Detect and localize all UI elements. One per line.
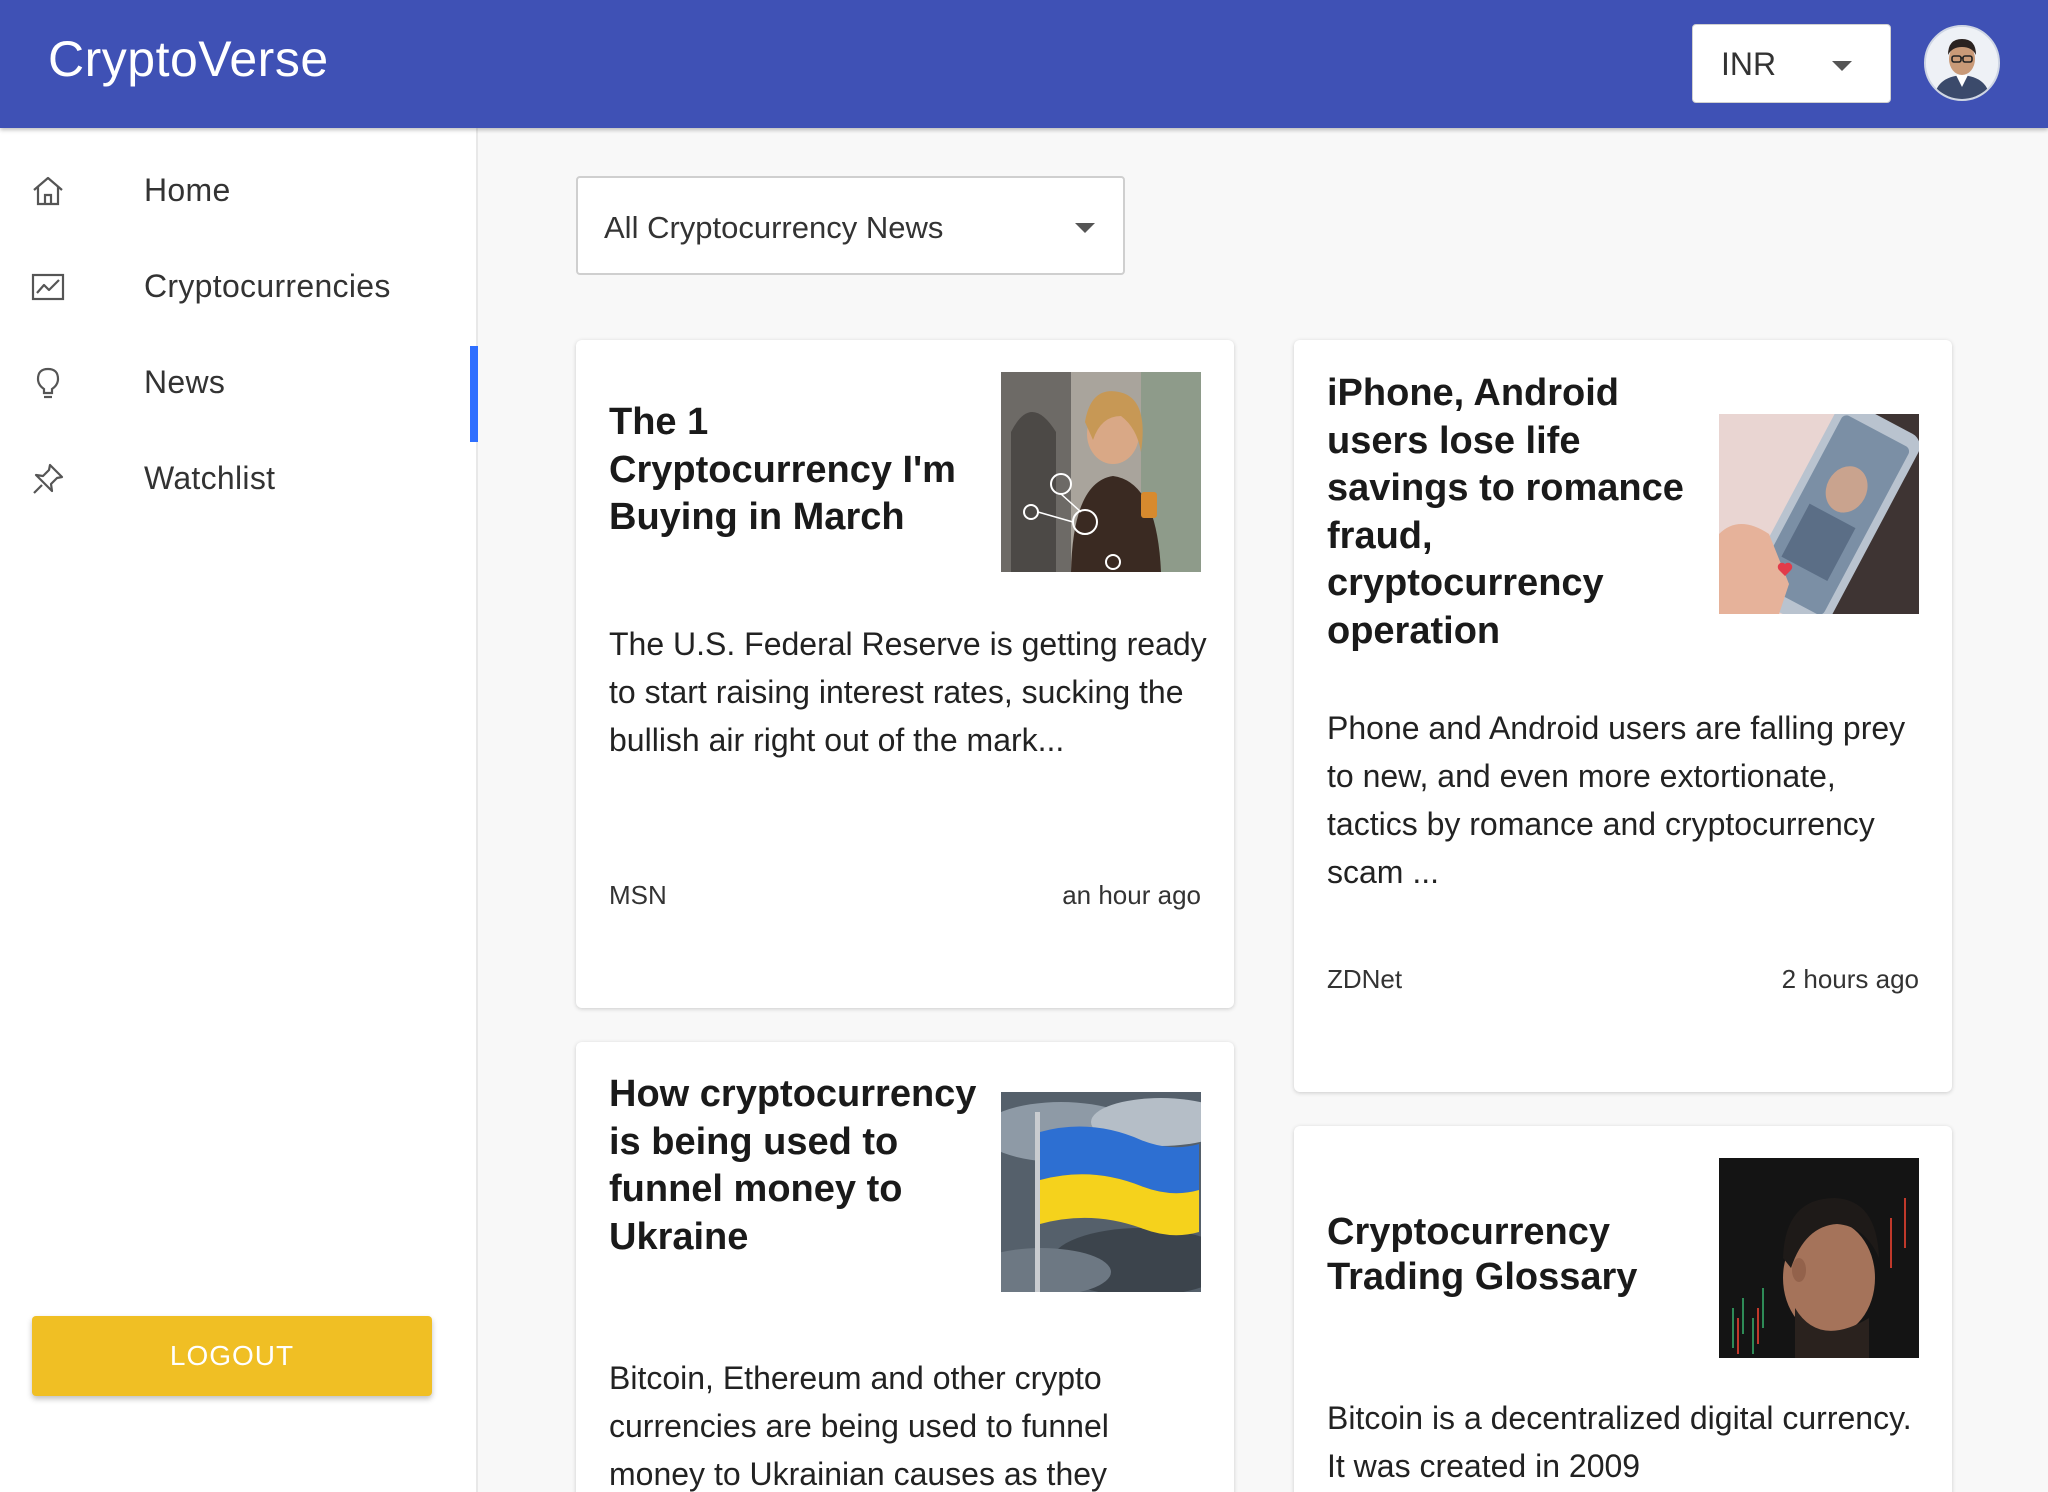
sidebar-item-label: News bbox=[144, 364, 226, 400]
trader-with-charts-image bbox=[1719, 1158, 1919, 1358]
sidebar: Home Cryptocurrencies News Watchlist LOG… bbox=[0, 128, 478, 1492]
news-title: iPhone, Android users lose life savings … bbox=[1327, 372, 1684, 652]
brand-title[interactable]: CryptoVerse bbox=[48, 30, 329, 88]
app-bar: CryptoVerse INR bbox=[0, 0, 2048, 128]
sidebar-item-watchlist[interactable]: Watchlist bbox=[0, 434, 478, 524]
active-indicator bbox=[470, 346, 478, 442]
currency-select-value: INR bbox=[1721, 46, 1777, 82]
news-title: Cryptocurrency Trading Glossary bbox=[1327, 1211, 1638, 1298]
news-source: ZDNet bbox=[1327, 964, 1403, 994]
home-icon bbox=[33, 176, 63, 206]
currency-select[interactable]: INR bbox=[1692, 24, 1891, 103]
sidebar-item-news[interactable]: News bbox=[0, 338, 478, 442]
news-thumbnail bbox=[1719, 1158, 1919, 1358]
news-card[interactable]: The 1 Cryptocurrency I'm Buying in March… bbox=[576, 340, 1234, 1008]
news-description: Bitcoin, Ethereum and other crypto curre… bbox=[609, 1360, 1109, 1492]
news-time: 2 hours ago bbox=[1781, 964, 1919, 994]
ukraine-flag-image bbox=[1001, 1092, 1201, 1292]
user-avatar[interactable] bbox=[1924, 25, 2000, 101]
chart-icon bbox=[31, 273, 65, 301]
news-thumbnail bbox=[1719, 414, 1919, 614]
news-time: an hour ago bbox=[1062, 880, 1201, 910]
phone-romance-image bbox=[1719, 414, 1919, 614]
news-title: The 1 Cryptocurrency I'm Buying in March bbox=[609, 401, 956, 538]
woman-with-crypto-icons-image bbox=[1001, 372, 1201, 572]
news-description: The U.S. Federal Reserve is getting read… bbox=[609, 626, 1207, 758]
sidebar-item-label: Home bbox=[144, 172, 231, 208]
news-card[interactable]: iPhone, Android users lose life savings … bbox=[1294, 340, 1952, 1092]
news-thumbnail bbox=[1001, 1092, 1201, 1292]
caret-down-icon bbox=[1075, 223, 1095, 233]
news-description: Phone and Android users are falling prey… bbox=[1327, 710, 1906, 890]
news-title: How cryptocurrency is being used to funn… bbox=[609, 1073, 977, 1258]
sidebar-item-cryptocurrencies[interactable]: Cryptocurrencies bbox=[0, 242, 478, 332]
avatar-portrait-icon bbox=[1926, 27, 1998, 99]
news-description: Bitcoin is a decentralized digital curre… bbox=[1327, 1400, 1912, 1484]
news-source: MSN bbox=[609, 880, 667, 910]
logout-button[interactable]: LOGOUT bbox=[32, 1316, 432, 1396]
sidebar-item-home[interactable]: Home bbox=[0, 146, 478, 236]
news-card[interactable]: How cryptocurrency is being used to funn… bbox=[576, 1042, 1234, 1492]
news-thumbnail bbox=[1001, 372, 1201, 572]
sidebar-item-label: Cryptocurrencies bbox=[144, 268, 391, 304]
bulb-icon bbox=[36, 367, 60, 399]
sidebar-item-label: Watchlist bbox=[144, 460, 276, 496]
news-filter-select[interactable]: All Cryptocurrency News bbox=[576, 176, 1125, 275]
news-card[interactable]: Cryptocurrency Trading Glossary Bitcoin … bbox=[1294, 1126, 1952, 1492]
pin-icon bbox=[33, 463, 64, 494]
caret-down-icon bbox=[1832, 61, 1852, 71]
news-filter-value: All Cryptocurrency News bbox=[604, 210, 944, 245]
